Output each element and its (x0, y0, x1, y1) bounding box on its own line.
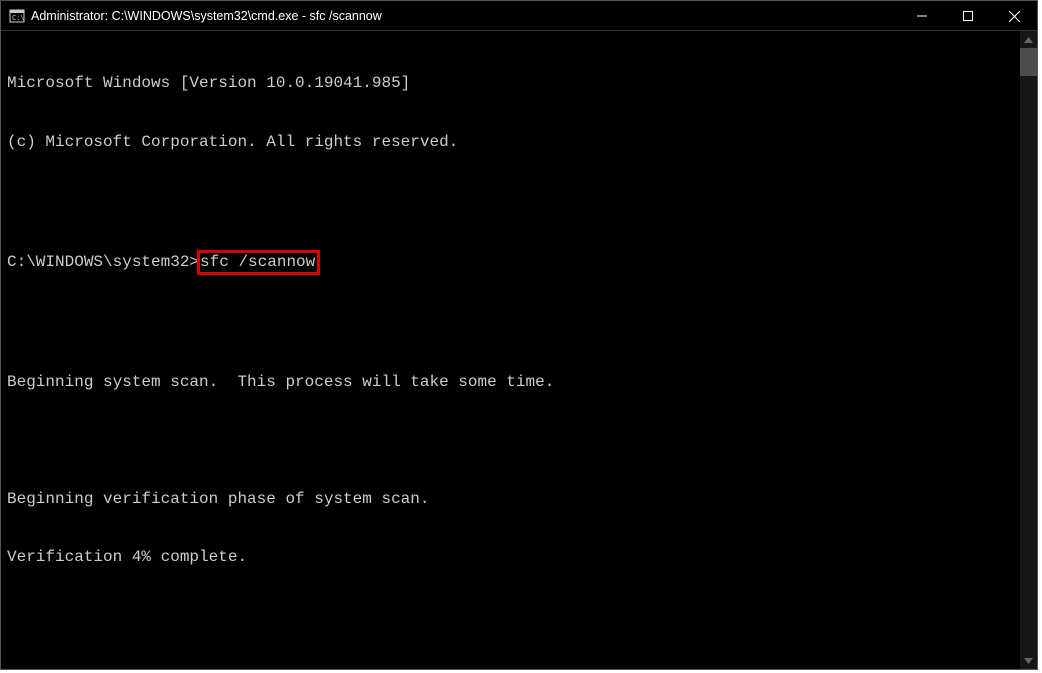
blank-line (7, 191, 1014, 211)
terminal-area: Microsoft Windows [Version 10.0.19041.98… (1, 31, 1037, 669)
prompt-text: C:\WINDOWS\system32> (7, 253, 199, 271)
maximize-button[interactable] (945, 1, 991, 31)
minimize-button[interactable] (899, 1, 945, 31)
verify-begin-line: Beginning verification phase of system s… (7, 490, 1014, 510)
blank-line (7, 431, 1014, 451)
highlighted-command: sfc /scannow (197, 250, 320, 276)
blank-line (7, 314, 1014, 334)
scrollbar-thumb[interactable] (1020, 48, 1037, 76)
svg-text:C:\: C:\ (12, 14, 25, 22)
progress-line: Verification 4% complete. (7, 548, 1014, 568)
scroll-down-arrow-icon[interactable] (1020, 652, 1037, 669)
scan-begin-line: Beginning system scan. This process will… (7, 373, 1014, 393)
cmd-icon: C:\ (9, 8, 25, 24)
titlebar[interactable]: C:\ Administrator: C:\WINDOWS\system32\c… (1, 1, 1037, 31)
window-controls (899, 1, 1037, 30)
close-button[interactable] (991, 1, 1037, 31)
scroll-up-arrow-icon[interactable] (1020, 31, 1037, 48)
command-text: sfc /scannow (200, 253, 315, 271)
vertical-scrollbar[interactable] (1020, 31, 1037, 669)
prompt-line: C:\WINDOWS\system32>sfc /scannow (7, 250, 1014, 276)
copyright-line: (c) Microsoft Corporation. All rights re… (7, 133, 1014, 153)
cmd-window: C:\ Administrator: C:\WINDOWS\system32\c… (0, 0, 1038, 670)
window-title: Administrator: C:\WINDOWS\system32\cmd.e… (31, 9, 899, 23)
terminal-output[interactable]: Microsoft Windows [Version 10.0.19041.98… (1, 31, 1020, 669)
version-line: Microsoft Windows [Version 10.0.19041.98… (7, 74, 1014, 94)
